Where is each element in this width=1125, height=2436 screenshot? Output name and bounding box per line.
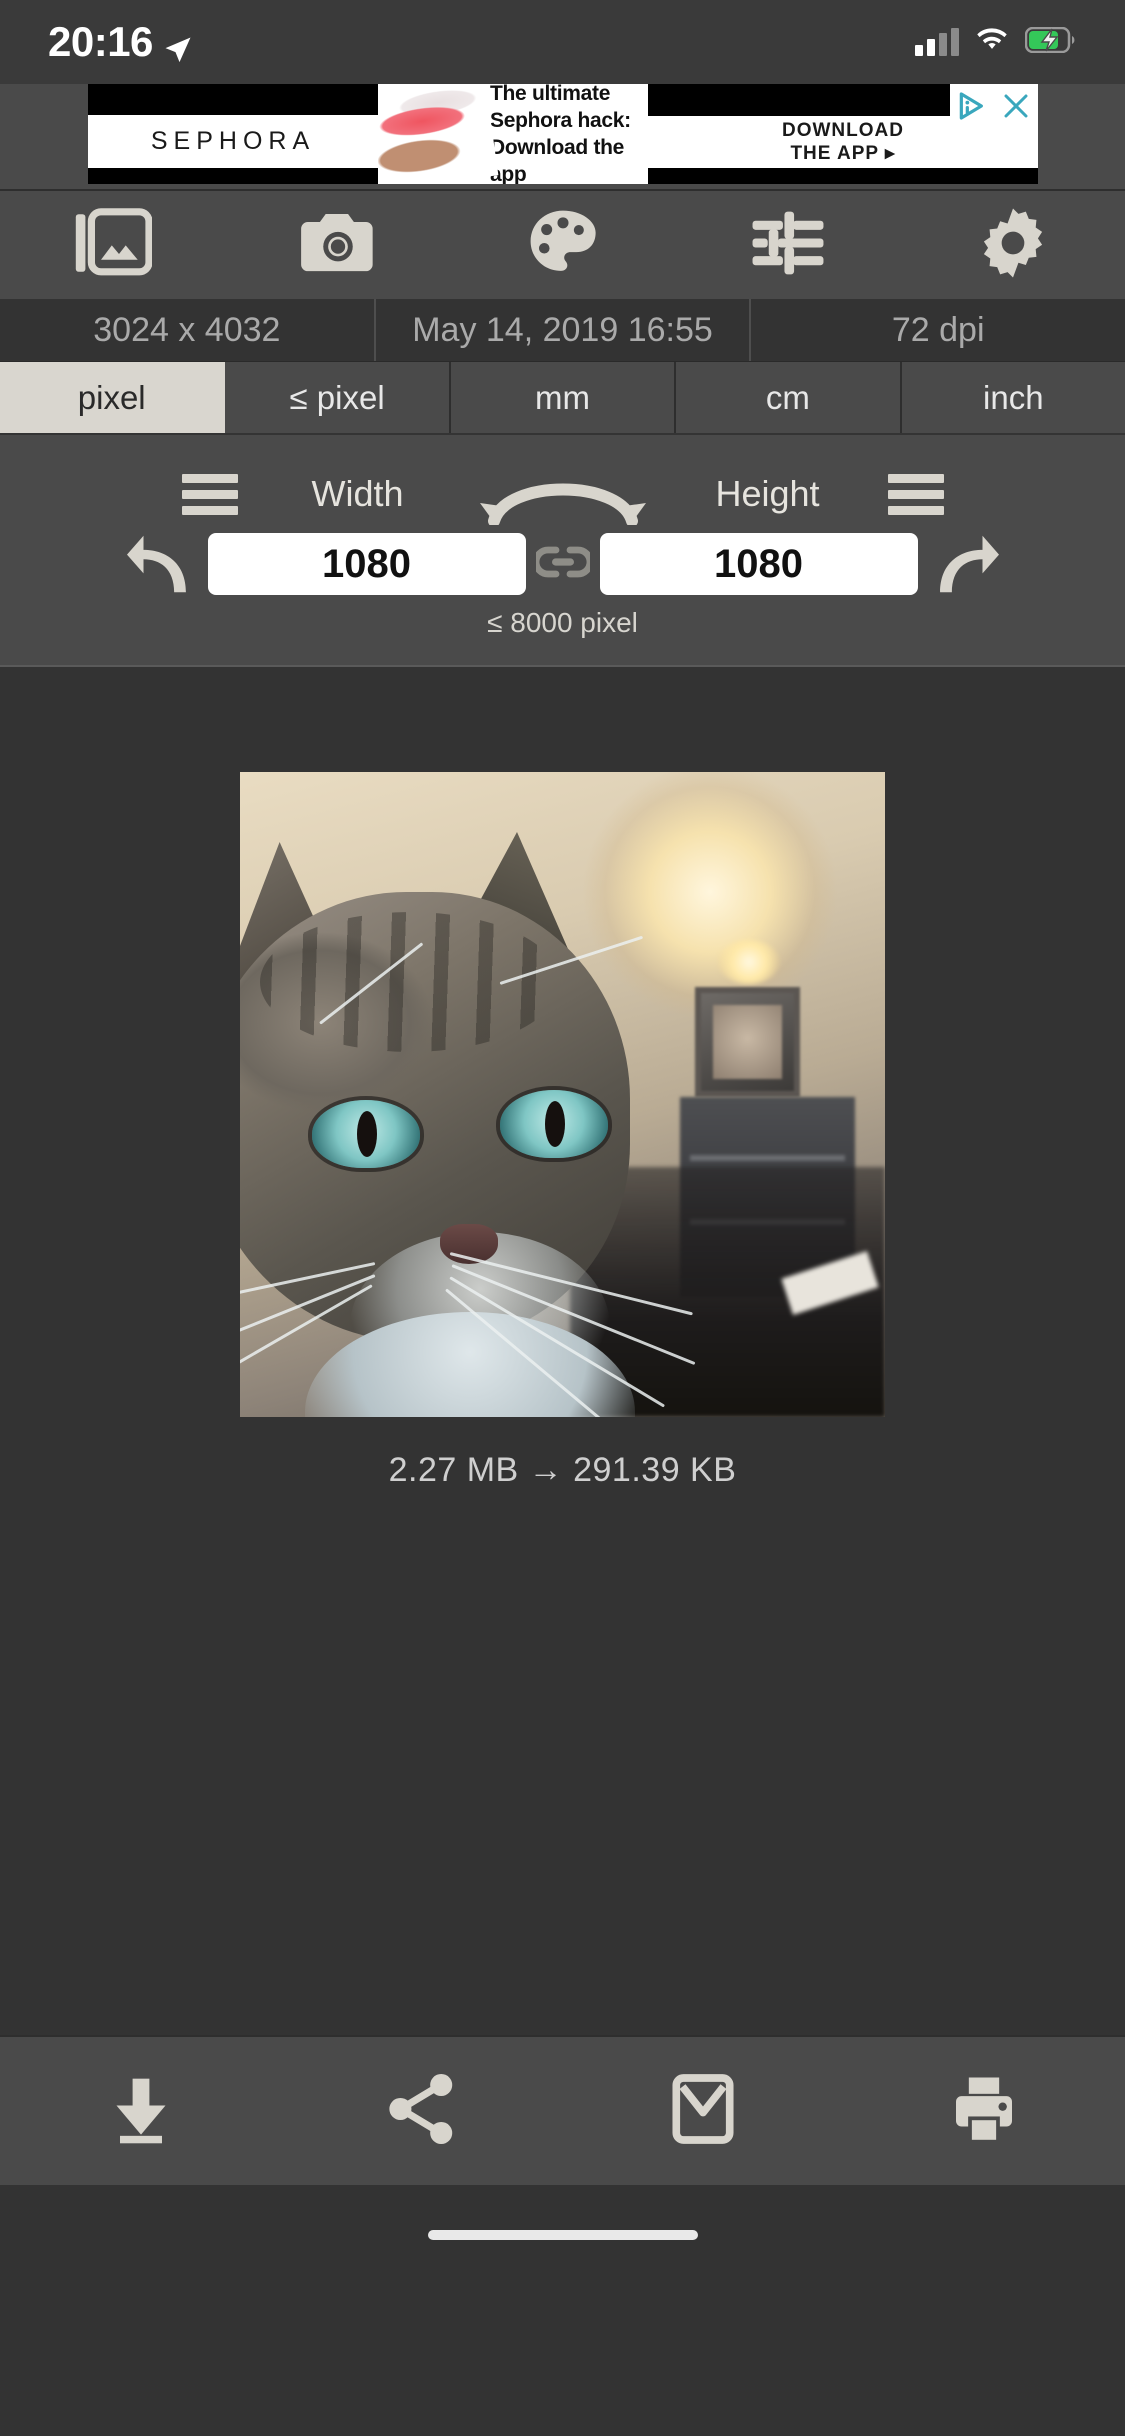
wifi-icon [975,27,1009,58]
swap-arrows-icon[interactable] [478,463,648,527]
battery-charging-icon [1024,26,1077,58]
lipstick-swatch-image [378,84,499,184]
close-icon[interactable] [994,84,1038,128]
ad-cta-line-1: DOWNLOAD [782,120,904,141]
share-button[interactable] [281,2073,562,2150]
size-limit-note: ≤ 8000 pixel [487,607,638,638]
unit-tab-cm[interactable]: cm [676,362,902,433]
link-aspect-ratio-icon[interactable] [526,542,600,586]
ad-brand-block: SEPHORA [88,84,378,184]
height-label: Height [715,473,820,514]
ad-headline-line-2: Sephora hack: [490,109,631,132]
save-button[interactable] [0,2074,281,2149]
height-hamburger-menu-icon[interactable] [887,473,944,515]
ad-headline-line-1: The ultimate [490,84,611,105]
status-time-group: 20:16 [48,18,193,66]
width-input[interactable]: 1080 [207,533,526,595]
sliders-icon [750,209,826,282]
unit-tab-max-pixel[interactable]: ≤ pixel [225,362,451,433]
preview-area: 2.27 MB → 291.39 KB [0,665,1125,2035]
redo-icon[interactable] [918,531,1014,597]
toolbar-item-settings[interactable] [900,206,1125,285]
status-indicators [915,26,1077,58]
download-icon [105,2074,177,2149]
unit-tab-mm[interactable]: mm [451,362,677,433]
share-icon [386,2073,458,2150]
meta-date: May 14, 2019 16:55 [373,299,752,361]
ad-brand-label: SEPHORA [150,126,316,155]
ad-banner[interactable]: SEPHORA The ultimate Sephora hack: Downl… [88,84,1038,184]
unit-tab-pixel[interactable]: pixel [0,362,226,433]
ad-headline-line-3: Download the app [490,136,625,184]
height-input[interactable]: 1080 [599,533,918,595]
camera-icon [300,210,376,281]
photo-cat [240,832,730,1417]
gear-icon [976,206,1050,285]
mail-icon [672,2072,734,2151]
toolbar-item-palette[interactable] [450,207,675,284]
toolbar-item-camera[interactable] [225,210,450,281]
ad-creative[interactable]: The ultimate Sephora hack: Download the … [378,84,648,184]
cellular-signal-icon [915,28,959,56]
ad-banner-container: SEPHORA The ultimate Sephora hack: Downl… [0,84,1125,189]
home-indicator[interactable] [427,2230,698,2240]
cat-eye-right [500,1090,608,1158]
ad-headline: The ultimate Sephora hack: Download the … [490,84,648,184]
unit-tab-bar: pixel ≤ pixel mm cm inch [0,361,1125,433]
image-metadata-bar: 3024 x 4032 May 14, 2019 16:55 72 dpi [0,299,1125,361]
dimension-inputs-row: 1080 1080 [0,531,1125,597]
toolbar-item-gallery[interactable] [0,207,225,284]
meta-dpi: 72 dpi [891,311,985,349]
status-time: 20:16 [48,18,153,65]
home-indicator-area [0,2185,1125,2285]
meta-dimensions: 3024 x 4032 [93,311,281,349]
resize-panel: Width Height 1080 1080 ≤ 8000 pixel [0,433,1125,665]
dimension-labels-row: Width Height [0,463,1125,527]
ad-cta-line-2: THE APP ▸ [790,143,896,164]
undo-icon[interactable] [112,531,208,597]
status-bar: 20:16 [0,0,1125,84]
image-preview[interactable] [240,772,885,1417]
main-toolbar [0,189,1125,299]
gallery-icon [74,207,153,284]
palette-icon [525,207,601,284]
cat-forehead-stripes [260,912,560,1052]
width-hamburger-menu-icon[interactable] [181,473,238,515]
bottom-action-bar [0,2035,1125,2185]
toolbar-item-adjust[interactable] [675,209,900,282]
ad-cta-block[interactable]: DOWNLOAD THE APP ▸ [648,84,1038,184]
print-button[interactable] [844,2074,1125,2149]
email-button[interactable] [563,2072,844,2151]
ad-badges [950,84,1038,128]
unit-tab-inch[interactable]: inch [902,362,1125,433]
cat-eye-left [312,1100,420,1168]
width-label: Width [311,473,404,514]
adchoices-icon[interactable] [950,84,994,128]
location-arrow-icon [163,27,193,63]
print-icon [948,2074,1020,2149]
filesize-summary: 2.27 MB → 291.39 KB [388,1451,737,1489]
